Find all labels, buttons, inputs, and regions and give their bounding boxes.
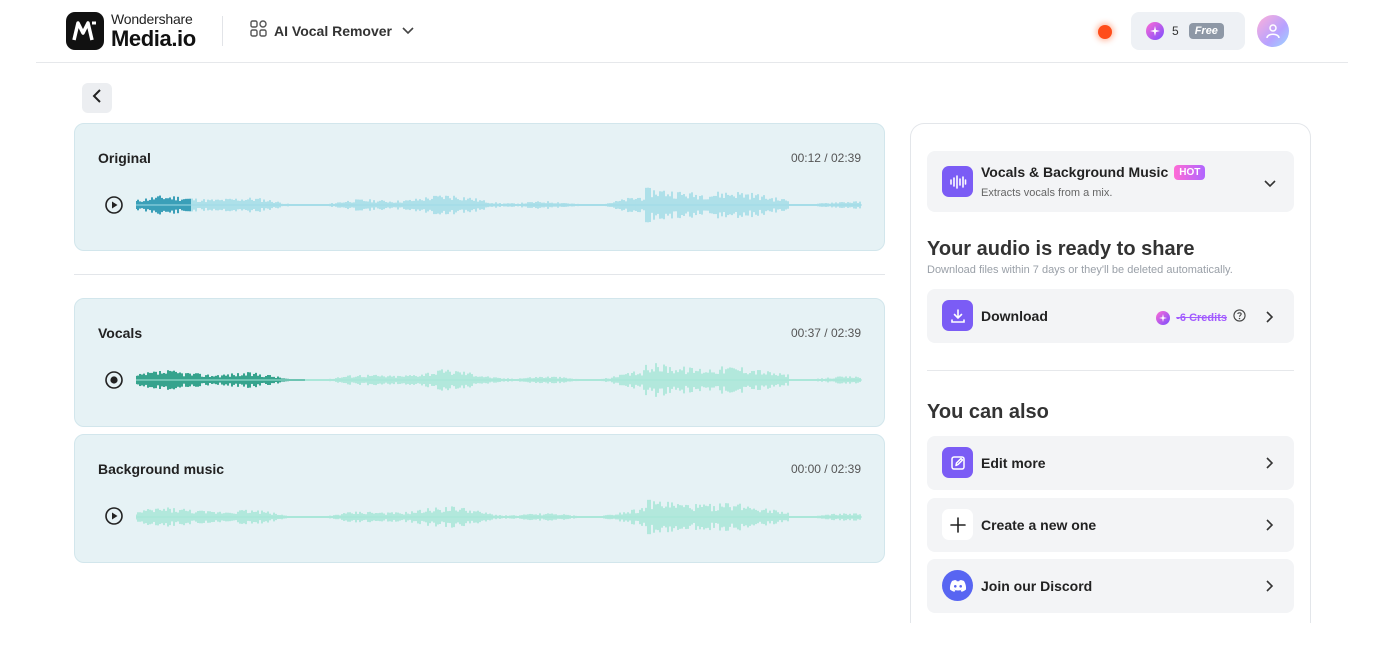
chevron-right-icon <box>1266 579 1276 592</box>
chevron-right-icon <box>1266 518 1276 531</box>
waveform-icon <box>942 166 973 197</box>
ready-subtitle: Download files within 7 days or they'll … <box>927 264 1233 276</box>
header-divider <box>222 16 223 46</box>
track-title: Background music <box>98 461 225 477</box>
tool-name: AI Vocal Remover <box>274 23 393 39</box>
track-original: Original 00:12 / 02:39 <box>74 123 885 251</box>
also-title: You can also <box>927 401 1049 423</box>
chevron-right-icon <box>1266 456 1276 469</box>
edit-icon <box>942 447 973 478</box>
download-icon <box>942 300 973 331</box>
play-icon[interactable] <box>104 195 124 215</box>
brand-name-small: Wondershare <box>111 11 193 27</box>
track-title: Vocals <box>98 325 143 341</box>
track-title: Original <box>98 150 151 166</box>
brand-logo[interactable]: Wondershare Media.io <box>66 12 196 50</box>
download-cost: -6 Credits <box>1156 309 1246 327</box>
mode-title: Vocals & Background Music HOT <box>981 164 1206 180</box>
chevron-down-icon <box>1264 175 1276 188</box>
action-label: Create a new one <box>981 517 1097 533</box>
download-button[interactable]: Download -6 Credits <box>927 289 1294 343</box>
track-time: 00:12 / 02:39 <box>790 151 861 165</box>
waveform-original[interactable] <box>136 183 862 227</box>
top-header: Wondershare Media.io AI Vocal Remover 5 … <box>36 0 1348 63</box>
edit-more-button[interactable]: Edit more <box>927 436 1294 490</box>
play-icon[interactable] <box>104 506 124 526</box>
result-panel: Vocals & Background Music HOT Extracts vo… <box>910 123 1311 623</box>
action-label: Join our Discord <box>981 578 1093 594</box>
track-time: 00:00 / 02:39 <box>790 462 861 476</box>
plus-icon <box>942 509 973 540</box>
action-label: Edit more <box>981 455 1046 471</box>
discord-icon <box>942 570 973 601</box>
stop-icon[interactable] <box>104 370 124 390</box>
user-avatar[interactable] <box>1257 15 1289 47</box>
download-label: Download <box>981 308 1048 324</box>
media-io-logo-icon <box>66 12 104 50</box>
track-background-music: Background music 00:00 / 02:39 <box>74 434 885 563</box>
plan-badge: Free <box>1188 23 1224 39</box>
brand-name: Media.io <box>111 26 196 51</box>
panel-divider <box>927 370 1294 371</box>
credits-widget[interactable]: 5 Free <box>1131 12 1245 50</box>
chevron-right-icon <box>1266 310 1276 323</box>
section-divider <box>74 274 885 275</box>
join-discord-button[interactable]: Join our Discord <box>927 559 1294 613</box>
credit-icon <box>1156 311 1171 325</box>
mode-subtitle: Extracts vocals from a mix. <box>981 187 1113 199</box>
credit-cost: -6 Credits <box>1176 312 1227 324</box>
waveform-background-music[interactable] <box>136 495 862 539</box>
help-icon[interactable] <box>1233 309 1246 327</box>
chevron-down-icon <box>402 22 414 40</box>
mode-selector[interactable]: Vocals & Background Music HOT Extracts vo… <box>927 151 1294 212</box>
create-new-button[interactable]: Create a new one <box>927 498 1294 552</box>
chevron-left-icon <box>92 88 102 108</box>
apps-grid-icon <box>250 20 267 42</box>
notification-dot[interactable] <box>1098 25 1112 39</box>
track-vocals: Vocals 00:37 / 02:39 <box>74 298 885 427</box>
credit-count: 5 <box>1172 24 1179 38</box>
ready-title: Your audio is ready to share <box>927 238 1195 260</box>
waveform-vocals[interactable] <box>136 358 862 402</box>
credit-icon <box>1146 22 1164 40</box>
back-button[interactable] <box>82 83 112 113</box>
hot-badge: HOT <box>1174 165 1206 180</box>
track-time: 00:37 / 02:39 <box>790 326 861 340</box>
tool-dropdown[interactable]: AI Vocal Remover <box>250 20 414 42</box>
